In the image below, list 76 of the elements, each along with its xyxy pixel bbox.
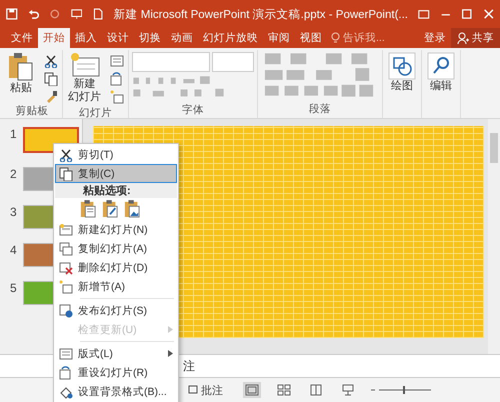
menu-item-icon <box>59 260 73 274</box>
search-icon <box>427 52 455 80</box>
menu-item-icon <box>59 148 73 162</box>
notes-text: 注 <box>183 358 195 374</box>
drawing-button[interactable]: 绘图 <box>386 50 418 95</box>
ribbon-tab[interactable]: 文件 <box>6 28 38 48</box>
slide-number: 4 <box>10 243 18 257</box>
clipboard-icon[interactable] <box>80 200 96 218</box>
paste-button[interactable]: 粘贴 <box>5 50 37 97</box>
menu-item[interactable]: 剪切(T) <box>55 145 177 164</box>
window-title: 新建 Microsoft PowerPoint 演示文稿.pptx - PowerPoint(... <box>114 7 408 22</box>
menu-item[interactable]: 设置背景格式(B)... <box>55 382 177 401</box>
menu-item-icon <box>59 366 73 380</box>
ribbon-tab[interactable]: 幻灯片放映 <box>198 28 263 48</box>
menu-item-icon <box>59 166 73 180</box>
slide-number: 3 <box>10 205 18 219</box>
presentation-icon[interactable] <box>70 7 82 21</box>
clipboard-icon <box>7 52 35 82</box>
menu-header: 粘贴选项: <box>55 183 177 198</box>
ribbon-tab[interactable]: 审阅 <box>263 28 295 48</box>
save-icon[interactable] <box>6 7 18 21</box>
menu-item-icon <box>59 242 73 256</box>
shapes-icon <box>388 52 416 80</box>
new-slide-button[interactable]: 新建 幻灯片 <box>66 50 103 106</box>
scissors-icon[interactable] <box>43 54 59 68</box>
menu-item-icon <box>59 384 73 398</box>
sign-in-button[interactable]: 登录 <box>419 28 451 48</box>
add-person-icon <box>457 32 469 44</box>
close-icon[interactable] <box>482 7 494 21</box>
menu-item-icon <box>59 346 73 360</box>
lightbulb-icon <box>331 32 340 44</box>
comment-icon <box>188 385 198 395</box>
slide-number: 1 <box>10 127 18 141</box>
submenu-arrow-icon <box>168 326 173 333</box>
share-button[interactable]: 共享 <box>451 28 500 48</box>
group-label: 幻灯片 <box>78 106 113 118</box>
menu-item[interactable]: 复制幻灯片(A) <box>55 239 177 258</box>
layout-icon[interactable] <box>109 54 125 68</box>
ribbon-tab[interactable]: 开始 <box>38 28 70 48</box>
clipboard-icon[interactable] <box>102 200 118 218</box>
slide-number: 5 <box>10 281 18 295</box>
menu-item[interactable]: 发布幻灯片(S) <box>55 301 177 320</box>
scrollbar[interactable] <box>488 119 500 354</box>
menu-item[interactable]: 复制(C) <box>55 164 177 183</box>
copy-icon[interactable] <box>43 72 59 86</box>
editing-button[interactable]: 编辑 <box>425 50 457 95</box>
menu-item[interactable]: 新增节(A) <box>55 277 177 296</box>
ribbon-tab[interactable]: 动画 <box>166 28 198 48</box>
menu-item-icon <box>59 304 73 318</box>
scrollbar-thumb[interactable] <box>490 133 498 163</box>
group-label: 段落 <box>308 102 332 117</box>
new-document-icon[interactable] <box>92 7 104 21</box>
slide-sorter-icon[interactable] <box>275 382 293 398</box>
menu-item[interactable]: 重设幻灯片(R) <box>55 363 177 382</box>
group-label: 字体 <box>181 103 205 118</box>
ribbon-tab[interactable]: 视图 <box>295 28 327 48</box>
ribbon-tab[interactable]: 切换 <box>134 28 166 48</box>
slide-number: 2 <box>10 167 18 181</box>
menu-item[interactable]: 新建幻灯片(N) <box>55 220 177 239</box>
menu-item[interactable]: 删除幻灯片(D) <box>55 258 177 277</box>
menu-item[interactable]: 版式(L) <box>55 344 177 363</box>
font-name-field[interactable] <box>132 52 210 72</box>
undo-icon[interactable] <box>28 7 40 21</box>
new-slide-icon <box>70 52 100 78</box>
group-label: 剪贴板 <box>14 104 50 118</box>
comments-button[interactable]: 批注 <box>182 382 229 398</box>
submenu-arrow-icon <box>168 350 173 357</box>
font-size-field[interactable] <box>212 52 254 72</box>
ribbon-tab[interactable]: 设计 <box>102 28 134 48</box>
zoom-slider[interactable] <box>371 385 431 395</box>
normal-view-icon[interactable] <box>243 382 261 398</box>
ribbon-tab[interactable]: 插入 <box>70 28 102 48</box>
menu-item-icon <box>59 280 73 294</box>
menu-item-icon <box>59 222 73 236</box>
clipboard-icon[interactable] <box>124 200 140 218</box>
maximize-icon[interactable] <box>461 7 473 21</box>
